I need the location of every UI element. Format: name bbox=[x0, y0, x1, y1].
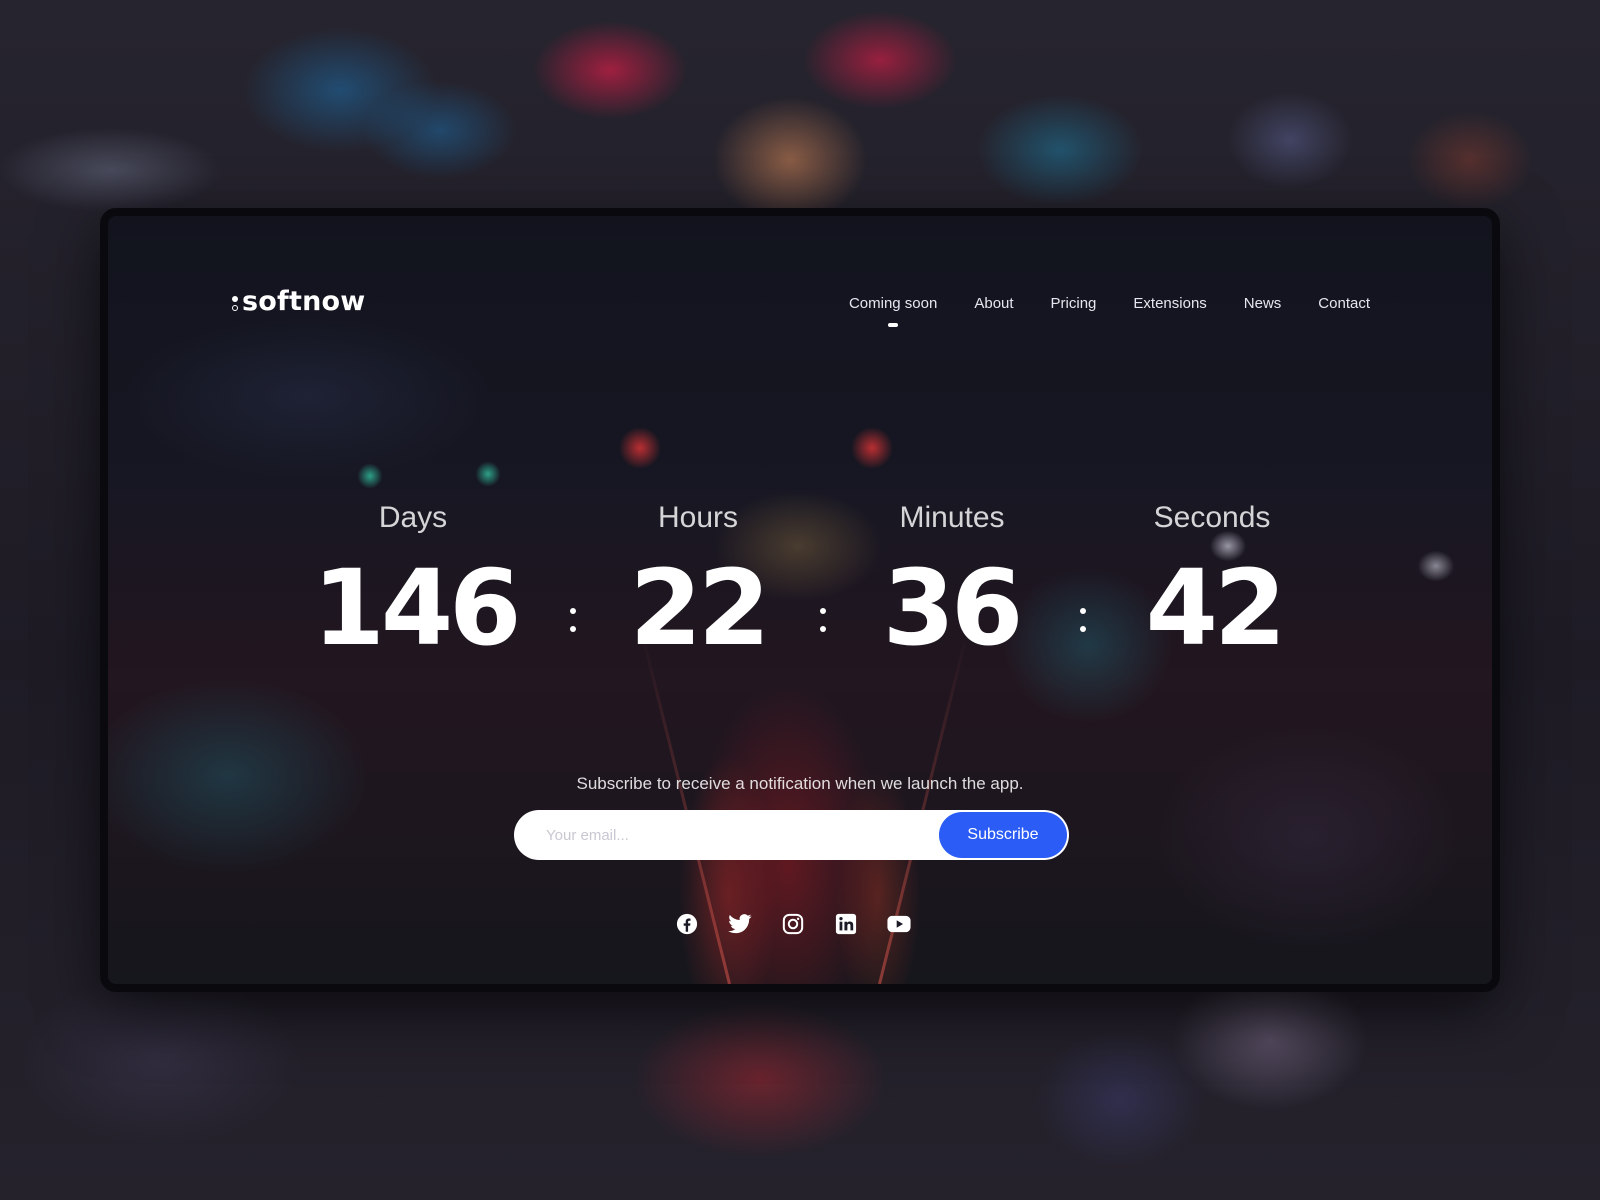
seconds-value: 42 bbox=[1145, 547, 1287, 669]
facebook-icon[interactable] bbox=[675, 912, 699, 936]
hours-value: 22 bbox=[629, 547, 771, 669]
minutes-label: Minutes bbox=[899, 501, 1005, 534]
nav-item-extensions[interactable]: Extensions bbox=[1133, 295, 1206, 312]
separator-colon bbox=[1080, 608, 1086, 632]
nav-item-about[interactable]: About bbox=[974, 295, 1013, 312]
hours-label: Hours bbox=[657, 501, 739, 534]
linkedin-icon[interactable] bbox=[834, 912, 858, 936]
brand-name: softnow bbox=[242, 286, 366, 317]
subscribe-form: Subscribe bbox=[514, 810, 1069, 860]
days-value: 146 bbox=[312, 547, 521, 669]
main-nav: Coming soon About Pricing Extensions New… bbox=[849, 295, 1370, 312]
nav-item-coming-soon[interactable]: Coming soon bbox=[849, 295, 937, 312]
separator-colon bbox=[820, 608, 826, 632]
seconds-label: Seconds bbox=[1153, 501, 1271, 534]
email-input[interactable] bbox=[514, 810, 939, 860]
brand-logo[interactable]: softnow bbox=[232, 286, 365, 317]
landing-card: softnow Coming soon About Pricing Extens… bbox=[100, 208, 1500, 992]
subscribe-description: Subscribe to receive a notification when… bbox=[576, 774, 1024, 793]
logo-mark-icon bbox=[232, 296, 238, 311]
instagram-icon[interactable] bbox=[781, 912, 805, 936]
twitter-icon[interactable] bbox=[728, 912, 752, 936]
nav-item-pricing[interactable]: Pricing bbox=[1051, 295, 1097, 312]
days-label: Days bbox=[378, 501, 448, 534]
subscribe-button[interactable]: Subscribe bbox=[939, 812, 1067, 858]
social-links bbox=[108, 912, 1492, 936]
nav-item-news[interactable]: News bbox=[1244, 295, 1282, 312]
youtube-icon[interactable] bbox=[887, 912, 911, 936]
separator-colon bbox=[570, 608, 576, 632]
nav-item-contact[interactable]: Contact bbox=[1318, 295, 1370, 312]
minutes-value: 36 bbox=[882, 547, 1024, 669]
